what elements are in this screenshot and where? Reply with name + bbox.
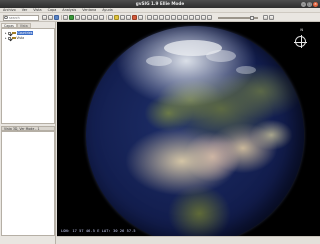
layers-pane: Capas Vista ▸ Countries ▸ Vista Vista 3D… <box>0 22 56 244</box>
maximize-button[interactable]: □ <box>307 1 312 7</box>
cloud <box>146 56 172 66</box>
close-button[interactable]: × <box>313 1 318 7</box>
minimize-button[interactable]: – <box>301 1 306 7</box>
zoom-in-icon[interactable] <box>75 15 80 20</box>
menu-ayuda[interactable]: Ayuda <box>102 8 112 12</box>
toolbar-separator <box>106 15 107 20</box>
globe-view[interactable]: N LON: 17 57 46.5 E LAT: 30 26 57.5 <box>57 22 320 236</box>
cloud <box>206 50 236 62</box>
coordinate-readout: LON: 17 57 46.5 E LAT: 30 26 57.5 <box>61 229 136 233</box>
expand-icon[interactable]: ▸ <box>5 31 7 35</box>
list-item[interactable]: ▸ Vista <box>5 36 24 40</box>
list-item[interactable]: ▸ Countries <box>5 31 34 35</box>
compass-north-label: N <box>300 28 303 32</box>
fly-icon[interactable] <box>177 15 182 20</box>
menu-capa[interactable]: Capa <box>48 8 57 12</box>
info-icon[interactable] <box>108 15 113 20</box>
menu-archivo[interactable]: Archivo <box>3 8 16 12</box>
status-bar <box>57 236 320 244</box>
toolbar <box>0 13 320 22</box>
record-icon[interactable] <box>189 15 194 20</box>
time-slider[interactable] <box>218 16 258 20</box>
navigate-icon[interactable] <box>147 15 152 20</box>
window-title: gvSIG 1.9 Ellie Mode <box>135 1 185 6</box>
menu-vista[interactable]: Vista <box>33 8 41 12</box>
layout-icon[interactable] <box>126 15 131 20</box>
open-icon[interactable] <box>48 15 53 20</box>
expand-icon[interactable]: ▸ <box>5 36 7 40</box>
camera-icon[interactable] <box>171 15 176 20</box>
slider-handle[interactable] <box>250 16 254 20</box>
menu-ver[interactable]: Ver <box>22 8 28 12</box>
zoom-out-icon[interactable] <box>81 15 86 20</box>
north-icon[interactable] <box>165 15 170 20</box>
overview-panel <box>1 131 55 236</box>
rotate-icon[interactable] <box>153 15 158 20</box>
toolbar-separator <box>145 15 146 20</box>
new-icon[interactable] <box>42 15 47 20</box>
settings-icon[interactable] <box>263 15 268 20</box>
menu-analysis[interactable]: Analysis <box>62 8 76 12</box>
toolbar-separator <box>61 15 62 20</box>
select-icon[interactable] <box>99 15 104 20</box>
search-input[interactable] <box>3 14 39 21</box>
menu-ventana[interactable]: Ventana <box>82 8 96 12</box>
layer-label[interactable]: Countries <box>16 31 34 35</box>
layer-tree: ▸ Countries ▸ Vista <box>1 28 55 124</box>
add-layer-icon[interactable] <box>63 15 68 20</box>
cloud <box>236 66 256 74</box>
full-extent-icon[interactable] <box>93 15 98 20</box>
tilt-icon[interactable] <box>159 15 164 20</box>
layer-checkbox[interactable] <box>8 36 11 40</box>
snapshot-icon[interactable] <box>207 15 212 20</box>
animation-icon[interactable] <box>183 15 188 20</box>
refresh-icon[interactable] <box>138 15 143 20</box>
help-icon[interactable] <box>269 15 274 20</box>
pan-icon[interactable] <box>87 15 92 20</box>
stop-icon[interactable] <box>132 15 137 20</box>
layer-checkbox[interactable] <box>8 31 11 35</box>
play-icon[interactable] <box>195 15 200 20</box>
compass-icon[interactable] <box>294 35 307 48</box>
application-window: gvSIG 1.9 Ellie Mode – □ × Archivo Ver V… <box>0 0 320 244</box>
table-icon[interactable] <box>120 15 125 20</box>
search-icon <box>4 15 8 20</box>
title-bar: gvSIG 1.9 Ellie Mode – □ × <box>0 0 320 8</box>
globe-icon[interactable] <box>69 15 74 20</box>
save-icon[interactable] <box>54 15 59 20</box>
pause-icon[interactable] <box>201 15 206 20</box>
globe[interactable] <box>86 26 304 236</box>
layer-label[interactable]: Vista <box>17 36 25 40</box>
measure-icon[interactable] <box>114 15 119 20</box>
